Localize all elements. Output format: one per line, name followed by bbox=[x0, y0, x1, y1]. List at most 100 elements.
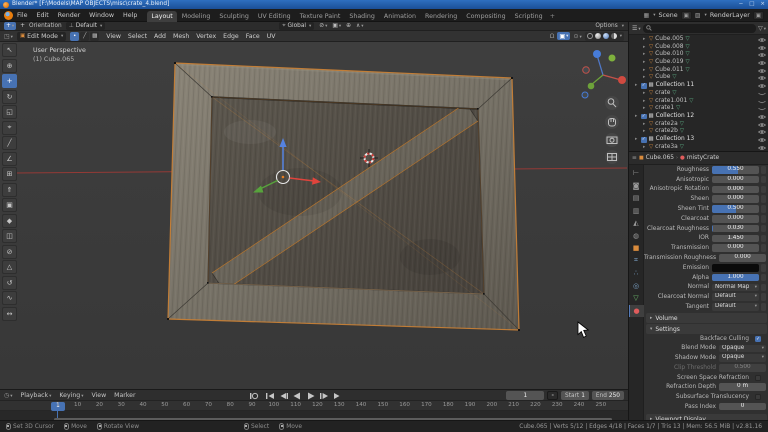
viewport-menu-select[interactable]: Select bbox=[128, 33, 147, 40]
tab-layout[interactable]: Layout bbox=[147, 11, 176, 22]
timeline-menu-view[interactable]: View bbox=[91, 392, 106, 399]
eye-open-icon[interactable] bbox=[758, 45, 766, 51]
scale-tool[interactable]: ◱ bbox=[2, 105, 17, 119]
tab-rendering[interactable]: Rendering bbox=[421, 11, 461, 22]
solid-shading-icon[interactable] bbox=[595, 33, 601, 39]
mode-dropdown[interactable]: ▣ Edit Mode▾ bbox=[17, 32, 66, 41]
properties-editor-icon[interactable]: ≡ bbox=[632, 155, 637, 161]
magnet-snap-icon[interactable]: Ω bbox=[550, 33, 555, 40]
tab-shading[interactable]: Shading bbox=[345, 11, 379, 22]
animate-dot-button[interactable] bbox=[761, 225, 766, 233]
outliner-row-crate2a[interactable]: ▸▽crate2a▽ bbox=[629, 121, 768, 129]
add-cube-tool[interactable]: ⊞ bbox=[2, 167, 17, 181]
expand-arrow-icon[interactable]: ▸ bbox=[643, 144, 647, 152]
scene-tab[interactable]: ◭ bbox=[629, 217, 644, 230]
animate-dot-button[interactable] bbox=[761, 235, 766, 243]
animate-dot-button[interactable] bbox=[761, 166, 766, 174]
slider-anisotropic[interactable]: 0.000 bbox=[712, 176, 759, 184]
dropdown-shadow-mode[interactable]: Opaque▾ bbox=[719, 354, 766, 362]
viewport-display-section-header[interactable]: ▸Viewport Display bbox=[646, 414, 767, 420]
options-dropdown[interactable]: Options▾ bbox=[595, 23, 624, 29]
modifiers-tab[interactable]: ⌗ bbox=[629, 255, 644, 268]
eye-open-icon[interactable] bbox=[758, 37, 766, 43]
expand-arrow-icon[interactable]: ▸ bbox=[635, 113, 639, 121]
filter-icon[interactable]: ▽▾ bbox=[758, 25, 766, 32]
eye-open-icon[interactable] bbox=[758, 52, 766, 58]
volume-section-header[interactable]: ▸Volume bbox=[646, 313, 767, 323]
expand-arrow-icon[interactable]: ▸ bbox=[643, 51, 647, 59]
active-tool-icon[interactable]: +▾ bbox=[4, 22, 16, 30]
proportional-edit-icon[interactable]: ⊕ bbox=[346, 23, 351, 29]
expand-arrow-icon[interactable]: ▸ bbox=[643, 90, 647, 98]
animate-dot-button[interactable] bbox=[761, 284, 766, 292]
editor-type-icon[interactable]: ◳▾ bbox=[4, 33, 13, 40]
dropdown-clearcoat-normal[interactable]: Default▾ bbox=[712, 293, 759, 301]
zoom-button[interactable] bbox=[605, 96, 619, 110]
checkbox-subsurface-translucency[interactable] bbox=[755, 394, 761, 400]
poly-build-tool[interactable]: △ bbox=[2, 260, 17, 274]
shading-dropdown-icon[interactable]: ▾ bbox=[620, 34, 622, 39]
eye-open-icon[interactable] bbox=[758, 114, 766, 120]
slider-refraction-depth[interactable]: 0 m bbox=[719, 383, 766, 391]
render-tab[interactable]: ◙ bbox=[629, 180, 644, 193]
viewport-menu-view[interactable]: View bbox=[106, 33, 121, 40]
material-tab[interactable]: ● bbox=[629, 305, 644, 318]
eye-closed-icon[interactable] bbox=[758, 91, 766, 97]
physics-tab[interactable]: ◎ bbox=[629, 280, 644, 293]
eye-open-icon[interactable] bbox=[758, 75, 766, 81]
new-scene-button[interactable]: ▣ bbox=[681, 11, 692, 20]
slider-clearcoat[interactable]: 0.000 bbox=[712, 215, 759, 223]
menu-help[interactable]: Help bbox=[123, 12, 137, 19]
eye-open-icon[interactable] bbox=[758, 145, 766, 151]
select-box-tool[interactable]: ↖ bbox=[2, 43, 17, 57]
navigation-gizmo[interactable] bbox=[582, 50, 626, 98]
particles-tab[interactable]: ∴ bbox=[629, 267, 644, 280]
animate-dot-button[interactable] bbox=[761, 303, 766, 311]
eye-open-icon[interactable] bbox=[758, 129, 766, 135]
viewport-menu-add[interactable]: Add bbox=[154, 33, 166, 40]
crate-mesh[interactable] bbox=[160, 57, 530, 337]
extrude-tool[interactable]: ⇑ bbox=[2, 183, 17, 197]
expand-arrow-icon[interactable]: ▸ bbox=[643, 67, 647, 75]
expand-arrow-icon[interactable]: ▸ bbox=[643, 128, 647, 136]
timeline-editor-icon[interactable]: ◷▾ bbox=[4, 392, 13, 399]
dropdown-tangent[interactable]: Default▾ bbox=[712, 303, 759, 311]
eye-open-icon[interactable] bbox=[758, 137, 766, 143]
move-gizmo-icon[interactable]: + bbox=[20, 23, 25, 29]
outliner-row-collection-11[interactable]: ▸✓▦Collection 11 bbox=[629, 82, 768, 90]
start-frame-field[interactable]: Start1 bbox=[561, 391, 589, 400]
outliner-search-input[interactable] bbox=[643, 24, 756, 33]
annotate-tool[interactable]: ╱ bbox=[2, 136, 17, 150]
end-frame-field[interactable]: End250 bbox=[592, 391, 624, 400]
slider-transmission-roughness[interactable]: 0.000 bbox=[719, 254, 766, 262]
outliner-row-crate1[interactable]: ▸▽crate1▽ bbox=[629, 105, 768, 113]
outliner-row-crate2b[interactable]: ▸▽crate2b▽ bbox=[629, 128, 768, 136]
rotate-tool[interactable]: ↻ bbox=[2, 90, 17, 104]
rendered-shading-icon[interactable] bbox=[611, 33, 617, 39]
eye-open-icon[interactable] bbox=[758, 60, 766, 66]
expand-arrow-icon[interactable]: ▸ bbox=[643, 44, 647, 52]
outliner-row-crate[interactable]: ▸▽crate▽ bbox=[629, 90, 768, 98]
edge-slide-tool[interactable]: ↔ bbox=[2, 307, 17, 321]
viewport-menu-mesh[interactable]: Mesh bbox=[173, 33, 189, 40]
menu-render[interactable]: Render bbox=[58, 12, 80, 19]
tab-scripting[interactable]: Scripting bbox=[511, 11, 547, 22]
menu-window[interactable]: Window bbox=[89, 12, 114, 19]
outliner-row-cube-005[interactable]: ▸▽Cube.005▽ bbox=[629, 36, 768, 44]
bevel-tool[interactable]: ◆ bbox=[2, 214, 17, 228]
object-data-tab[interactable]: ▽ bbox=[629, 292, 644, 305]
outliner-row-crate3a[interactable]: ▸▽crate3a▽ bbox=[629, 144, 768, 152]
add-workspace-button[interactable]: + bbox=[548, 11, 557, 22]
viewport[interactable]: User Perspective (1) Cube.065 ↖⊕+↻◱⌖╱∠⊞⇑… bbox=[0, 42, 628, 389]
color-swatch-emission[interactable] bbox=[712, 264, 759, 272]
expand-arrow-icon[interactable]: ▸ bbox=[635, 82, 639, 90]
collection-checkbox[interactable]: ✓ bbox=[641, 137, 647, 143]
expand-arrow-icon[interactable]: ▸ bbox=[635, 136, 639, 144]
animate-dot-button[interactable] bbox=[761, 264, 766, 272]
face-select-button[interactable]: ▩ bbox=[90, 32, 99, 41]
outliner-row-cube-019[interactable]: ▸▽Cube.019▽ bbox=[629, 59, 768, 67]
falloff-icon[interactable]: ∧▾ bbox=[356, 23, 364, 29]
viewport-menu-edge[interactable]: Edge bbox=[223, 33, 239, 40]
current-frame-field[interactable]: 1 bbox=[506, 391, 544, 400]
dropdown-blend-mode[interactable]: Opaque▾ bbox=[719, 345, 766, 353]
